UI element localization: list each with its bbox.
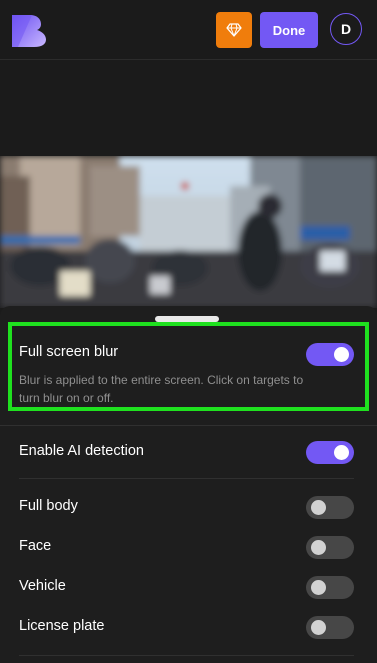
toggle-knob	[311, 620, 326, 635]
target-face-toggle[interactable]	[306, 536, 354, 559]
b-logo-icon[interactable]	[12, 15, 46, 47]
target-face-label: Face	[19, 538, 52, 554]
done-button[interactable]: Done	[260, 12, 318, 48]
toggle-knob	[311, 500, 326, 515]
blurred-crowd-image	[0, 156, 377, 308]
toggle-knob	[311, 580, 326, 595]
blur-settings-panel: Full screen blur Blur is applied to the …	[0, 306, 377, 663]
section-divider	[0, 425, 377, 426]
target-full-body-label: Full body	[19, 498, 78, 514]
top-bar: Done D	[0, 0, 377, 60]
target-vehicle-label: Vehicle	[19, 578, 66, 594]
section-divider	[19, 655, 354, 656]
full-screen-blur-toggle[interactable]	[306, 343, 354, 366]
full-screen-blur-description: Blur is applied to the entire screen. Cl…	[19, 373, 304, 405]
full-screen-blur-title: Full screen blur	[19, 344, 119, 360]
toggle-knob	[311, 540, 326, 555]
diamond-icon	[226, 23, 242, 37]
target-full-body-toggle[interactable]	[306, 496, 354, 519]
toggle-knob	[334, 347, 349, 362]
target-license-plate-toggle[interactable]	[306, 616, 354, 639]
ai-detection-toggle[interactable]	[306, 441, 354, 464]
toggle-knob	[334, 445, 349, 460]
premium-button[interactable]	[216, 12, 252, 48]
ai-detection-title: Enable AI detection	[19, 443, 144, 459]
target-vehicle-toggle[interactable]	[306, 576, 354, 599]
avatar[interactable]: D	[330, 13, 362, 45]
section-divider	[19, 478, 354, 479]
target-license-plate-label: License plate	[19, 618, 105, 634]
